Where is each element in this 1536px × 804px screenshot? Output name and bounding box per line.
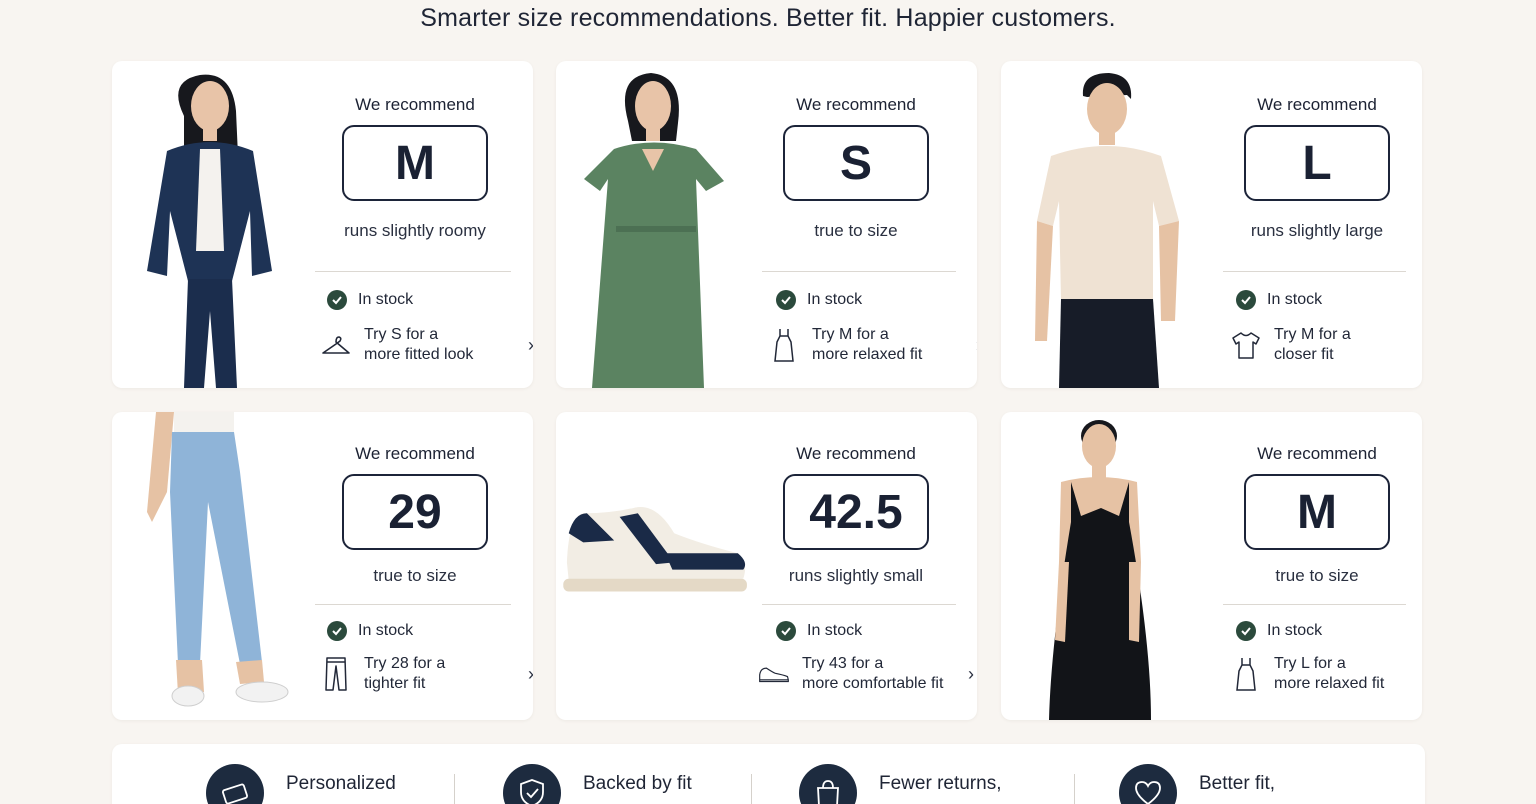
alternate-size-link[interactable]: Try M for acloser fit ›: [1230, 325, 1422, 365]
fit-note: true to size: [814, 221, 898, 240]
recommendation-card[interactable]: We recommend L runs slightly large In st…: [1001, 61, 1422, 388]
feature-divider: [454, 774, 455, 804]
alt-line-1: Try M for a: [812, 326, 889, 343]
alt-line-1: Try 43 for a: [802, 655, 884, 672]
recommended-size: S: [783, 125, 929, 201]
recommend-label: We recommend: [355, 95, 475, 114]
recommendation-card[interactable]: We recommend M runs slightly roomy In st…: [112, 61, 533, 388]
recommend-label: We recommend: [1257, 444, 1377, 463]
feature-item: Better fit,: [1119, 764, 1275, 804]
card-divider: [762, 604, 956, 605]
feature-divider: [751, 774, 752, 804]
check-circle-icon: [1236, 621, 1256, 641]
product-image-denim: [112, 61, 312, 388]
chevron-right-icon[interactable]: ›: [528, 335, 533, 355]
alt-line-1: Try 28 for a: [364, 655, 446, 672]
ruler-card-icon: [206, 764, 264, 804]
alt-line-1: Try S for a: [364, 326, 439, 343]
feature-item: Fewer returns,: [799, 764, 1001, 804]
alt-line-2: more relaxed fit: [1274, 675, 1385, 692]
stock-status: In stock: [776, 621, 862, 641]
stock-label: In stock: [807, 622, 863, 639]
alternate-size-link[interactable]: Try M for a more relaxed fit ›: [768, 325, 977, 365]
feature-text: Fewer returns,: [879, 773, 1002, 794]
alt-line-2: more relaxed fit: [812, 346, 923, 363]
recommend-label: We recommend: [796, 444, 916, 463]
card-divider: [1223, 271, 1406, 272]
stock-label: In stock: [358, 622, 414, 639]
recommendation-card[interactable]: We recommend M true to size In stock Try…: [1001, 412, 1422, 720]
chevron-right-icon[interactable]: ›: [976, 335, 977, 355]
hanger-icon: [320, 328, 352, 362]
recommend-label: We recommend: [1257, 95, 1377, 114]
alternate-size-link[interactable]: Try 28 for a tighter fit ›: [320, 654, 533, 694]
recommended-size: L: [1244, 125, 1390, 201]
chevron-right-icon[interactable]: ›: [528, 664, 533, 684]
recommended-size: M: [1244, 474, 1390, 550]
check-circle-icon: [776, 290, 796, 310]
feature-bar: Personalized Backed by fit Fewer returns…: [112, 744, 1425, 804]
feature-divider: [1074, 774, 1075, 804]
product-image-slip-dress: [1001, 412, 1201, 720]
card-divider: [315, 271, 511, 272]
feature-text: Personalized: [286, 773, 396, 794]
recommend-label: We recommend: [796, 95, 916, 114]
check-circle-icon: [327, 621, 347, 641]
chevron-right-icon[interactable]: ›: [968, 664, 974, 684]
stock-label: In stock: [1267, 622, 1323, 639]
alt-line-2: tighter fit: [364, 675, 426, 692]
fit-note: runs slightly roomy: [344, 221, 486, 240]
alternate-size-link[interactable]: Try L for amore relaxed fit ›: [1230, 654, 1422, 694]
recommended-size: 29: [342, 474, 488, 550]
recommendation-card[interactable]: We recommend 29 true to size In stock Tr…: [112, 412, 533, 720]
alt-line-2: more fitted look: [364, 346, 474, 363]
dress-icon: [1230, 657, 1262, 691]
alternate-size-link[interactable]: Try S for a more fitted look ›: [320, 325, 533, 365]
check-circle-icon: [776, 621, 796, 641]
recommendation-card[interactable]: We recommend S true to size In stock Try…: [556, 61, 977, 388]
stock-label: In stock: [807, 291, 863, 308]
product-image-sneaker: [556, 412, 756, 720]
check-circle-icon: [1236, 290, 1256, 310]
fit-note: runs slightly small: [788, 566, 924, 585]
product-image-jeans: [112, 412, 312, 720]
tshirt-icon: [1230, 328, 1262, 362]
recommendation-card[interactable]: We recommend 42.5 runs slightly small In…: [556, 412, 977, 720]
heart-icon: [1119, 764, 1177, 804]
card-divider: [1223, 604, 1406, 605]
card-divider: [315, 604, 511, 605]
alt-line-2: more comfortable fit: [802, 675, 944, 692]
shield-check-icon: [503, 764, 561, 804]
feature-item: Personalized: [206, 764, 396, 804]
shopping-bag-icon: [799, 764, 857, 804]
alt-line-1: Try M for a: [1274, 326, 1351, 343]
page-headline: Smarter size recommendations. Better fit…: [420, 4, 1116, 32]
stock-status: In stock: [327, 621, 413, 641]
product-image-wrap-dress: [556, 61, 756, 388]
dress-icon: [768, 328, 800, 362]
stock-status: In stock: [1236, 621, 1322, 641]
stock-label: In stock: [358, 291, 414, 308]
fit-note: true to size: [373, 566, 457, 585]
alt-line-1: Try L for a: [1274, 655, 1346, 672]
stock-label: In stock: [1267, 291, 1323, 308]
feature-text: Better fit,: [1199, 773, 1276, 794]
sneaker-icon: [758, 657, 790, 691]
alternate-size-link[interactable]: Try 43 for a more comfortable fit ›: [758, 654, 974, 694]
feature-item: Backed by fit: [503, 764, 692, 804]
recommended-size: 42.5: [783, 474, 929, 550]
stock-status: In stock: [776, 290, 862, 310]
stock-status: In stock: [327, 290, 413, 310]
check-circle-icon: [327, 290, 347, 310]
recommend-label: We recommend: [355, 444, 475, 463]
feature-text: Backed by fit: [583, 773, 692, 794]
recommended-size: M: [342, 125, 488, 201]
fit-note: true to size: [1275, 566, 1359, 585]
fit-note: runs slightly large: [1250, 221, 1384, 240]
stock-status: In stock: [1236, 290, 1322, 310]
alt-line-2: closer fit: [1274, 346, 1334, 363]
product-image-polo: [1001, 61, 1201, 388]
jeans-icon: [320, 657, 352, 691]
card-divider: [762, 271, 956, 272]
